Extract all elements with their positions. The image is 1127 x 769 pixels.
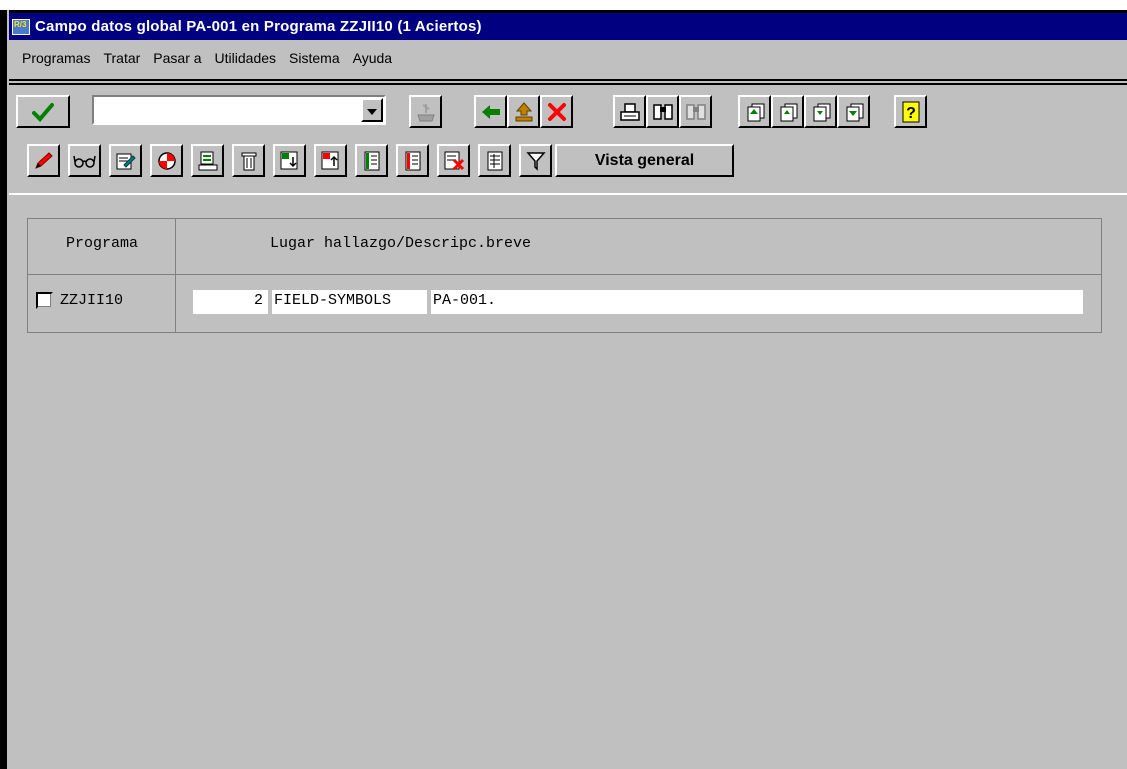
header-programa-label: Programa	[66, 235, 139, 252]
row-gap-2	[427, 290, 431, 314]
header-programa[interactable]: Programa	[28, 219, 176, 275]
svg-text:?: ?	[906, 105, 916, 122]
display-button[interactable]	[68, 144, 101, 177]
dropdown-arrow-icon	[367, 103, 377, 118]
title-bar[interactable]: R/3 Campo datos global PA-001 en Program…	[9, 13, 1127, 40]
first-page-icon	[744, 102, 766, 122]
expand-button[interactable]	[273, 144, 306, 177]
next-page-icon	[810, 102, 832, 122]
select-icon	[485, 150, 505, 172]
command-dropdown-button[interactable]	[361, 98, 383, 122]
back-button[interactable]	[474, 95, 507, 128]
menu-bar: Programas Tratar Pasar a Utilidades Sist…	[16, 50, 398, 72]
sap-window: R/3 Campo datos global PA-001 en Program…	[0, 0, 1127, 769]
back-icon	[480, 103, 502, 121]
save-button[interactable]	[409, 95, 442, 128]
expand-icon	[279, 150, 301, 172]
row-statement: FIELD-SYMBOLS	[274, 292, 392, 309]
save-icon	[415, 101, 437, 123]
find-next-button[interactable]	[679, 95, 712, 128]
where-used-button[interactable]	[191, 144, 224, 177]
find-next-icon	[685, 102, 707, 122]
row-select-checkbox[interactable]	[36, 292, 53, 309]
toolbar-top-border	[9, 83, 1127, 85]
vista-general-label: Vista general	[594, 151, 695, 169]
change-button[interactable]	[27, 144, 60, 177]
filter-button[interactable]	[519, 144, 552, 177]
menu-programas[interactable]: Programas	[16, 50, 96, 72]
change-pencil-icon	[33, 151, 55, 171]
exit-up-icon	[513, 101, 535, 123]
window-title: Campo datos global PA-001 en Programa ZZ…	[35, 18, 482, 35]
next-page-button[interactable]	[804, 95, 837, 128]
where-used-icon	[197, 150, 219, 172]
previous-page-button[interactable]	[771, 95, 804, 128]
delete-trash-icon	[239, 150, 259, 172]
cancel-list-icon	[443, 150, 465, 172]
menu-ayuda[interactable]: Ayuda	[346, 50, 398, 72]
header-lugar-hallazgo[interactable]: Lugar hallazgo/Descripc.breve	[176, 219, 1101, 275]
table-row-detail[interactable]: 2 FIELD-SYMBOLS PA-001.	[176, 275, 1101, 332]
content-separator	[9, 193, 1127, 195]
command-field[interactable]	[92, 95, 386, 125]
menu-tratar[interactable]: Tratar	[96, 50, 146, 72]
command-input[interactable]	[96, 98, 362, 124]
find-button[interactable]	[646, 95, 679, 128]
breakpoint-icon	[157, 151, 177, 171]
delete-button[interactable]	[232, 144, 265, 177]
first-page-button[interactable]	[738, 95, 771, 128]
cancel-button[interactable]	[540, 95, 573, 128]
sap-window-icon-text: R/3	[14, 19, 27, 29]
menu-sistema[interactable]: Sistema	[282, 50, 346, 72]
header-lugar-hallazgo-label: Lugar hallazgo/Descripc.breve	[270, 235, 532, 252]
edit-icon	[115, 151, 137, 171]
help-icon: ?	[901, 101, 921, 123]
print-button[interactable]	[613, 95, 646, 128]
window-left-border	[0, 10, 7, 769]
row-programa: ZZJII10	[60, 292, 124, 309]
window-left-inner	[7, 10, 9, 769]
find-icon	[652, 102, 674, 122]
menu-pasar-a[interactable]: Pasar a	[146, 50, 207, 72]
list-red-button[interactable]	[396, 144, 429, 177]
cancel-icon	[547, 102, 567, 122]
last-page-icon	[843, 102, 865, 122]
exit-button[interactable]	[507, 95, 540, 128]
filter-icon	[525, 150, 546, 172]
list-button[interactable]	[355, 144, 388, 177]
select-button[interactable]	[478, 144, 511, 177]
print-icon	[619, 102, 641, 122]
row-field-name: PA-001.	[433, 292, 497, 309]
display-glasses-icon	[72, 153, 97, 169]
window-top-edge	[0, 0, 1127, 10]
last-page-button[interactable]	[837, 95, 870, 128]
collapse-button[interactable]	[314, 144, 347, 177]
results-table: Programa Lugar hallazgo/Descripc.breve Z…	[27, 218, 1102, 333]
enter-button[interactable]	[16, 95, 70, 128]
vista-general-button[interactable]: Vista general	[555, 144, 734, 177]
row-gap	[268, 290, 272, 314]
table-row[interactable]: ZZJII10	[28, 275, 176, 332]
list-icon	[362, 150, 382, 172]
row-line-number: 2	[253, 292, 263, 309]
help-button[interactable]: ?	[894, 95, 927, 128]
menu-utilidades[interactable]: Utilidades	[208, 50, 282, 72]
previous-page-icon	[777, 102, 799, 122]
row-description-field[interactable]: 2 FIELD-SYMBOLS PA-001.	[193, 290, 1083, 314]
enter-check-icon	[32, 102, 54, 122]
breakpoint-button[interactable]	[150, 144, 183, 177]
collapse-icon	[320, 150, 342, 172]
edit-button[interactable]	[109, 144, 142, 177]
list-red-icon	[403, 150, 423, 172]
sap-window-icon[interactable]: R/3	[12, 18, 30, 35]
cancel-list-button[interactable]	[437, 144, 470, 177]
